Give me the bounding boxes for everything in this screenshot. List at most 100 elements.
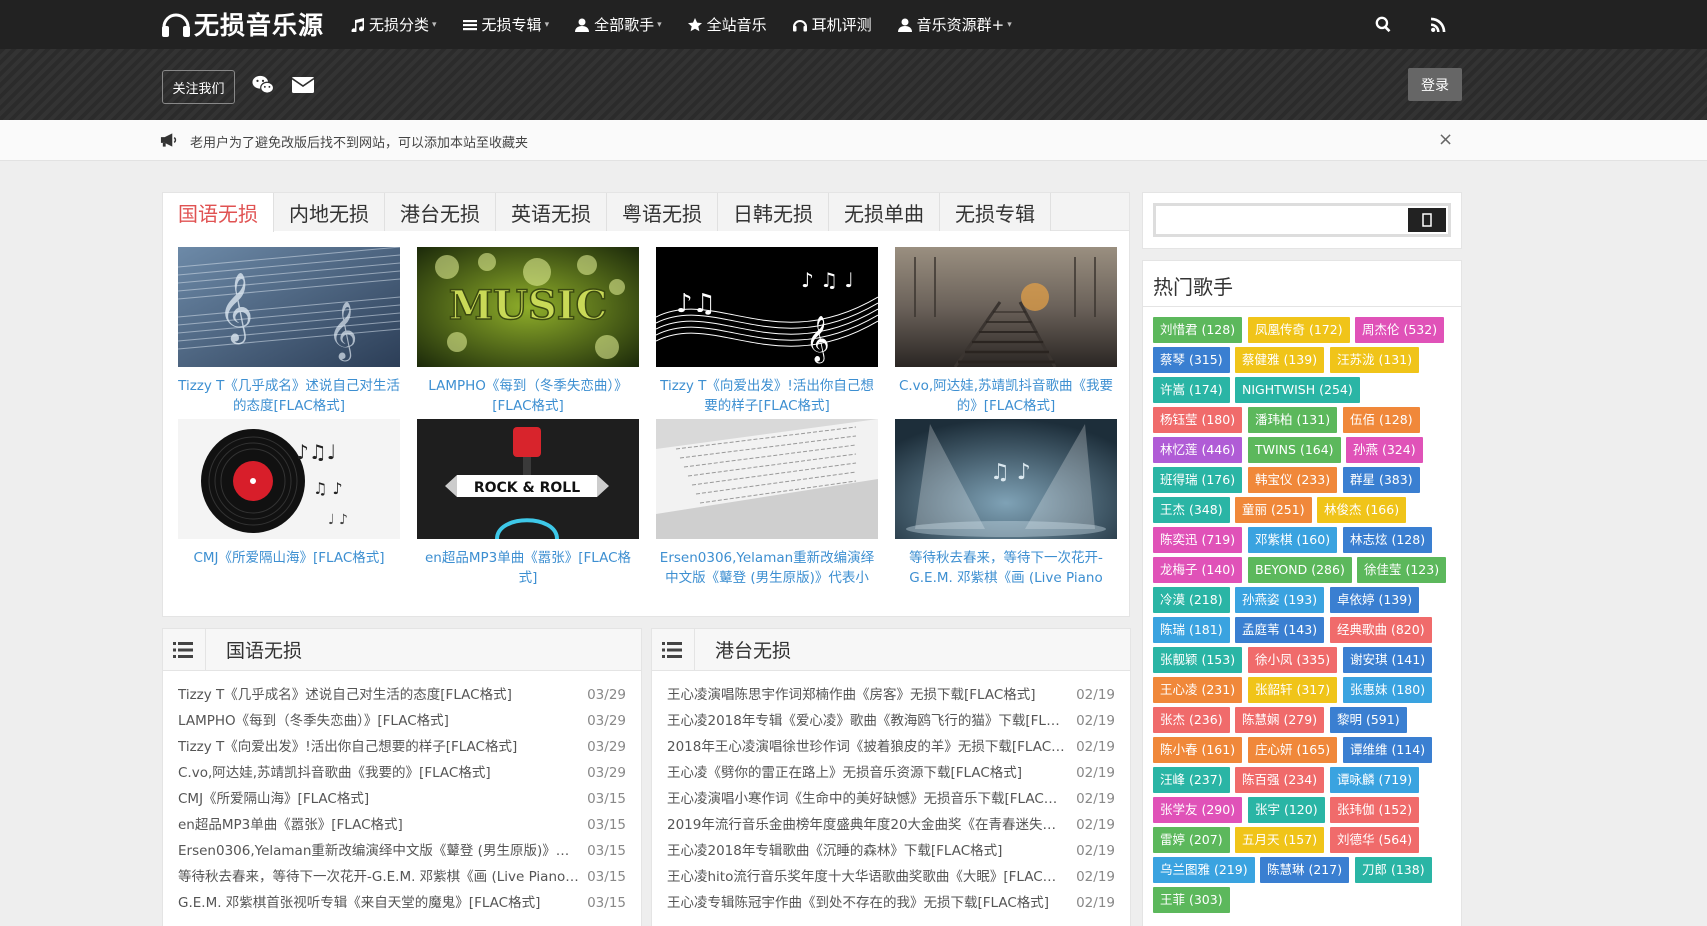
list-item[interactable]: en超品MP3单曲《嚣张》[FLAC格式] 03/15 bbox=[178, 812, 626, 838]
post-title[interactable]: Ersen0306,Yelaman重新改编演绎中文版《鼙登 (男生原版)》代表小 bbox=[178, 838, 579, 864]
featured-caption[interactable]: CMJ《所爱隔山海》[FLAC格式] bbox=[178, 548, 400, 588]
list-item[interactable]: 2019年流行音乐金曲榜年度盛典年度20大金曲奖《在青春迷失的地方》 02/19 bbox=[667, 812, 1115, 838]
login-button[interactable]: 登录 bbox=[1408, 68, 1462, 101]
tab-5[interactable]: 日韩无损 bbox=[718, 193, 829, 231]
featured-item[interactable]: C.vo,阿达娃,苏靖凯抖音歌曲《我要的》[FLAC格式] bbox=[895, 247, 1117, 416]
list-item[interactable]: CMJ《所爱隔山海》[FLAC格式] 03/15 bbox=[178, 786, 626, 812]
sheet-music-icon[interactable]: 𝄞 𝄞 bbox=[178, 247, 400, 367]
site-logo[interactable]: 无损音乐源 bbox=[160, 8, 324, 40]
tab-7[interactable]: 无损专辑 bbox=[940, 193, 1051, 231]
singer-tag[interactable]: 林忆莲 (446) bbox=[1153, 437, 1243, 463]
singer-tag[interactable]: 王菲 (303) bbox=[1153, 887, 1230, 913]
singer-tag[interactable]: 冷漠 (218) bbox=[1153, 587, 1230, 613]
singer-tag[interactable]: 孙燕姿 (193) bbox=[1235, 587, 1325, 613]
singer-tag[interactable]: NIGHTWISH (254) bbox=[1235, 377, 1360, 403]
list-item[interactable]: LAMPHO《每到（冬季失恋曲）》[FLAC格式] 03/29 bbox=[178, 708, 626, 734]
post-title[interactable]: 王心凌演唱陈思宇作词郑楠作曲《房客》无损下载[FLAC格式] bbox=[667, 682, 1036, 708]
featured-item[interactable]: 𝄞 𝄞 Tizzy T《几乎成名》述说自己对生活的态度[FLAC格式] bbox=[178, 247, 400, 416]
singer-tag[interactable]: 谭咏麟 (719) bbox=[1330, 767, 1420, 793]
singer-tag[interactable]: 群星 (383) bbox=[1343, 467, 1420, 493]
singer-tag[interactable]: 杨钰莹 (180) bbox=[1153, 407, 1243, 433]
search-button[interactable] bbox=[1408, 208, 1446, 232]
singer-tag[interactable]: 陈百强 (234) bbox=[1235, 767, 1325, 793]
singer-tag[interactable]: 孟庭苇 (143) bbox=[1235, 617, 1325, 643]
singer-tag[interactable]: 徐小凤 (335) bbox=[1248, 647, 1338, 673]
singer-tag[interactable]: 潘玮柏 (131) bbox=[1248, 407, 1338, 433]
close-icon[interactable]: × bbox=[1438, 129, 1453, 150]
singer-tag[interactable]: 五月天 (157) bbox=[1235, 827, 1325, 853]
singer-tag[interactable]: 林志炫 (128) bbox=[1343, 527, 1433, 553]
singer-tag[interactable]: 周杰伦 (532) bbox=[1355, 317, 1445, 343]
singer-tag[interactable]: 汪苏泷 (131) bbox=[1330, 347, 1420, 373]
singer-tag[interactable]: 谢安琪 (141) bbox=[1343, 647, 1433, 673]
list-item[interactable]: Ersen0306,Yelaman重新改编演绎中文版《鼙登 (男生原版)》代表小… bbox=[178, 838, 626, 864]
post-title[interactable]: 王心凌《劈你的雷正在路上》无损音乐资源下载[FLAC格式] bbox=[667, 760, 1022, 786]
post-title[interactable]: 2019年流行音乐金曲榜年度盛典年度20大金曲奖《在青春迷失的地方》 bbox=[667, 812, 1068, 838]
nav-item-0[interactable]: 无损分类 ▾ bbox=[350, 14, 437, 35]
railway-icon[interactable] bbox=[895, 247, 1117, 367]
singer-tag[interactable]: 张宇 (120) bbox=[1248, 797, 1325, 823]
featured-caption[interactable]: Tizzy T《向爱出发》!活出你自己想要的样子[FLAC格式] bbox=[656, 376, 878, 416]
singer-tag[interactable]: 孙燕 (324) bbox=[1346, 437, 1423, 463]
tab-3[interactable]: 英语无损 bbox=[496, 193, 607, 231]
post-title[interactable]: Tizzy T《几乎成名》述说自己对生活的态度[FLAC格式] bbox=[178, 682, 512, 708]
singer-tag[interactable]: 经典歌曲 (820) bbox=[1330, 617, 1432, 643]
featured-item[interactable]: ♪♫♩ ♫ ♪ ♩ ♪ CMJ《所爱隔山海》[FLAC格式] bbox=[178, 419, 400, 588]
singer-tag[interactable]: 童丽 (251) bbox=[1235, 497, 1312, 523]
list-item[interactable]: G.E.M. 邓紫棋首张视听专辑《来自天堂的魔鬼》[FLAC格式] 03/15 bbox=[178, 890, 626, 916]
open-book-icon[interactable] bbox=[656, 419, 878, 539]
singer-tag[interactable]: 庄心妍 (165) bbox=[1248, 737, 1338, 763]
list-item[interactable]: 2018年王心凌演唱徐世珍作词《披着狼皮的羊》无损下载[FLAC格式] 02/1… bbox=[667, 734, 1115, 760]
list-item[interactable]: 等待秋去春来，等待下一次花开-G.E.M. 邓紫棋《画 (Live Piano … bbox=[178, 864, 626, 890]
nav-item-5[interactable]: 音乐资源群+ ▾ bbox=[897, 14, 1012, 35]
music-notes-wave-icon[interactable]: ♪♫ ♪ ♫ ♩ 𝄞 bbox=[656, 247, 878, 367]
featured-caption[interactable]: 等待秋去春来，等待下一次花开-G.E.M. 邓紫棋《画 (Live Piano bbox=[895, 548, 1117, 588]
search-icon[interactable] bbox=[1375, 16, 1392, 33]
singer-tag[interactable]: 汪峰 (237) bbox=[1153, 767, 1230, 793]
stage-lights-icon[interactable]: ♫ ♪ bbox=[895, 419, 1117, 539]
singer-tag[interactable]: 龙梅子 (140) bbox=[1153, 557, 1243, 583]
post-title[interactable]: 王心凌2018年专辑《爱心凌》歌曲《教海鸥飞行的猫》下载[FLAC格式] bbox=[667, 708, 1068, 734]
singer-tag[interactable]: 蔡琴 (315) bbox=[1153, 347, 1230, 373]
post-title[interactable]: 2018年王心凌演唱徐世珍作词《披着狼皮的羊》无损下载[FLAC格式] bbox=[667, 734, 1068, 760]
singer-tag[interactable]: 伍佰 (128) bbox=[1343, 407, 1420, 433]
post-title[interactable]: G.E.M. 邓紫棋首张视听专辑《来自天堂的魔鬼》[FLAC格式] bbox=[178, 890, 540, 916]
singer-tag[interactable]: 卓依婷 (139) bbox=[1330, 587, 1420, 613]
featured-caption[interactable]: LAMPHO《每到（冬季失恋曲）》[FLAC格式] bbox=[417, 376, 639, 416]
tab-4[interactable]: 粤语无损 bbox=[607, 193, 718, 231]
singer-tag[interactable]: 陈瑞 (181) bbox=[1153, 617, 1230, 643]
tab-1[interactable]: 内地无损 bbox=[274, 193, 385, 231]
singer-tag[interactable]: 王心凌 (231) bbox=[1153, 677, 1243, 703]
singer-tag[interactable]: 谭维维 (114) bbox=[1343, 737, 1433, 763]
singer-tag[interactable]: 张惠妹 (180) bbox=[1343, 677, 1433, 703]
singer-tag[interactable]: 刀郎 (138) bbox=[1355, 857, 1432, 883]
singer-tag[interactable]: 黎明 (591) bbox=[1330, 707, 1407, 733]
post-title[interactable]: C.vo,阿达娃,苏靖凯抖音歌曲《我要的》[FLAC格式] bbox=[178, 760, 491, 786]
list-item[interactable]: 王心凌hito流行音乐奖年度十大华语歌曲奖歌曲《大眠》[FLAC格式] 02/1… bbox=[667, 864, 1115, 890]
singer-tag[interactable]: 乌兰图雅 (219) bbox=[1153, 857, 1255, 883]
singer-tag[interactable]: TWINS (164) bbox=[1248, 437, 1341, 463]
list-item[interactable]: 王心凌《劈你的雷正在路上》无损音乐资源下载[FLAC格式] 02/19 bbox=[667, 760, 1115, 786]
post-title[interactable]: 王心凌2018年专辑歌曲《沉睡的森林》下载[FLAC格式] bbox=[667, 838, 1002, 864]
singer-tag[interactable]: 许嵩 (174) bbox=[1153, 377, 1230, 403]
featured-item[interactable]: ♪♫ ♪ ♫ ♩ 𝄞 Tizzy T《向爱出发》!活出你自己想要的样子[FLAC格… bbox=[656, 247, 878, 416]
post-title[interactable]: 王心凌专辑陈冠宇作曲《到处不存在的我》无损下载[FLAC格式] bbox=[667, 890, 1049, 916]
singer-tag[interactable]: 陈慧娴 (279) bbox=[1235, 707, 1325, 733]
rss-icon[interactable] bbox=[1430, 16, 1447, 33]
list-item[interactable]: 王心凌演唱小寒作词《生命中的美好缺憾》无损音乐下载[FLAC格式] 02/19 bbox=[667, 786, 1115, 812]
tab-6[interactable]: 无损单曲 bbox=[829, 193, 940, 231]
featured-item[interactable]: ♫ ♪ 等待秋去春来，等待下一次花开-G.E.M. 邓紫棋《画 (Live Pia… bbox=[895, 419, 1117, 588]
featured-item[interactable]: MUSIC LAMPHO《每到（冬季失恋曲）》[FLAC格式] bbox=[417, 247, 639, 416]
post-title[interactable]: 王心凌hito流行音乐奖年度十大华语歌曲奖歌曲《大眠》[FLAC格式] bbox=[667, 864, 1068, 890]
tab-2[interactable]: 港台无损 bbox=[385, 193, 496, 231]
singer-tag[interactable]: 雷婷 (207) bbox=[1153, 827, 1230, 853]
singer-tag[interactable]: 张玮伽 (152) bbox=[1330, 797, 1420, 823]
singer-tag[interactable]: 刘惜君 (128) bbox=[1153, 317, 1243, 343]
featured-caption[interactable]: en超品MP3单曲《嚣张》[FLAC格式] bbox=[417, 548, 639, 588]
music-bokeh-icon[interactable]: MUSIC bbox=[417, 247, 639, 367]
nav-item-4[interactable]: 耳机评测 bbox=[792, 14, 872, 35]
list-item[interactable]: 王心凌2018年专辑歌曲《沉睡的森林》下载[FLAC格式] 02/19 bbox=[667, 838, 1115, 864]
singer-tag[interactable]: 张靓颖 (153) bbox=[1153, 647, 1243, 673]
singer-tag[interactable]: 陈慧琳 (217) bbox=[1260, 857, 1350, 883]
follow-us-button[interactable]: 关注我们 bbox=[162, 70, 235, 104]
